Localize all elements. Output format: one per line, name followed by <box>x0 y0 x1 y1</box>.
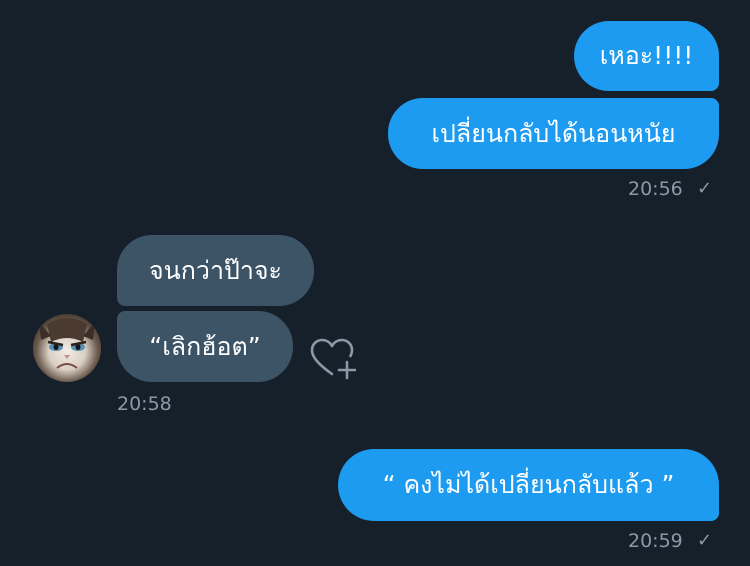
message-text: “เลิกฮ้อต” <box>149 331 261 361</box>
sent-message-bubble[interactable]: “ คงไม่ได้เปลี่ยนกลับแล้ว ” <box>338 449 719 521</box>
avatar[interactable] <box>33 314 101 382</box>
read-check-icon: ✓ <box>697 530 713 551</box>
read-check-icon: ✓ <box>697 178 713 199</box>
heart-plus-icon[interactable] <box>310 338 356 380</box>
message-text: เปลี่ยนกลับได้นอนหนัย <box>431 118 676 148</box>
message-timestamp: 20:58 <box>117 393 172 415</box>
sent-message-bubble[interactable]: เหอะ!!!! <box>574 21 719 91</box>
message-text: “ คงไม่ได้เปลี่ยนกลับแล้ว ” <box>382 470 675 499</box>
sent-message-bubble[interactable]: เปลี่ยนกลับได้นอนหนัย <box>388 98 719 169</box>
message-timestamp: 20:56 <box>628 178 683 200</box>
grumpy-cat-avatar-icon <box>33 314 101 382</box>
dm-conversation: { "messages": [ {"sender": "me", "text":… <box>0 0 750 566</box>
message-text: จนกว่าป๊าจะ <box>149 255 282 285</box>
message-timestamp: 20:59 <box>628 530 683 552</box>
message-text: เหอะ!!!! <box>599 41 694 70</box>
received-message-bubble[interactable]: “เลิกฮ้อต” <box>117 311 293 382</box>
received-message-bubble[interactable]: จนกว่าป๊าจะ <box>117 235 314 306</box>
